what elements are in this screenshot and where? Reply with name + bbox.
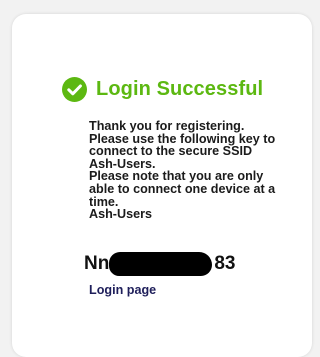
check-circle-icon [62,77,87,102]
wifi-key-prefix: Nn [84,253,110,274]
redaction-mark [109,252,213,276]
success-header: Login Successful [62,77,263,102]
login-page-link[interactable]: Login page [89,283,156,297]
message-line: connect to the secure SSID [89,144,253,159]
page-title: Login Successful [96,78,264,100]
registration-message: Thank you for registering. Please use th… [89,120,299,221]
message-line: able to connect one device at a [89,181,276,196]
message-line: Thank you for registering. [89,119,245,133]
wifi-key-suffix: 83 [214,253,236,274]
wifi-key: Nn 83 [84,252,235,276]
message-line: Ash-Users [89,207,152,222]
